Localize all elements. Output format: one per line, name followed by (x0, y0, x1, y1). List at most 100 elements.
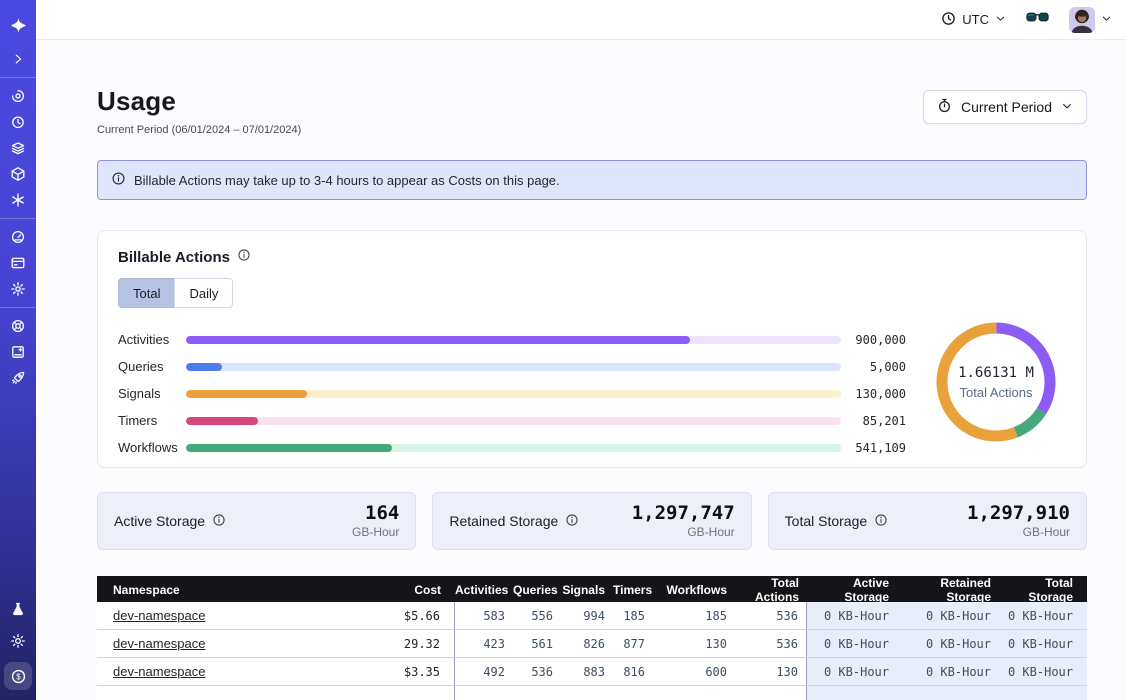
bar-row-workflows: Workflows 541,109 (118, 434, 908, 461)
timezone-label: UTC (962, 12, 989, 27)
active-storage-card: Active Storage 164 GB-Hour (97, 492, 416, 550)
cell-signals: 994 (561, 609, 613, 623)
retained-storage-card: Retained Storage 1,297,747 GB-Hour (432, 492, 751, 550)
header-namespace: Namespace (97, 583, 345, 597)
bar-row-queries: Queries 5,000 (118, 353, 908, 380)
cell-cost: 29.32 (345, 630, 455, 657)
info-icon[interactable] (874, 513, 888, 530)
total-actions-donut: 1.66131 M Total Actions (932, 318, 1060, 446)
cell-timers: 877 (613, 637, 653, 651)
header-total-actions: Total Actions (735, 576, 807, 604)
cell-workflows: 130 (653, 637, 735, 651)
cell-signals: 883 (561, 665, 613, 679)
bar-fill (186, 363, 222, 371)
namespace-link[interactable]: dev-namespace (113, 608, 206, 623)
table-row: dev-namespace $5.66 583 556 994 185 185 … (97, 602, 1087, 630)
tab-daily[interactable]: Daily (174, 278, 233, 308)
namespace-link[interactable]: dev-namespace (113, 664, 206, 679)
cell-retained-storage: 0 KB-Hour (903, 602, 1005, 629)
rocket-icon[interactable] (3, 365, 33, 391)
storage-card-unit: GB-Hour (352, 525, 399, 539)
book-plus-icon[interactable] (3, 339, 33, 365)
stopwatch-icon (937, 98, 952, 116)
sidebar: $ (0, 0, 36, 700)
browser-card-icon[interactable] (3, 250, 33, 276)
cell-timers: 816 (613, 665, 653, 679)
donut-total-value: 1.66131 M (958, 365, 1034, 381)
timezone-dropdown[interactable]: UTC (941, 11, 1006, 29)
chevron-down-icon (1101, 11, 1112, 29)
cell-total-storage: 0 KB-Hour (1005, 658, 1087, 685)
page-title: Usage (97, 86, 301, 117)
gear-icon[interactable] (3, 276, 33, 302)
info-icon (111, 171, 126, 189)
avatar (1069, 7, 1095, 33)
cell-cost: $3.35 (345, 658, 455, 685)
namespace-usage-table: Namespace Cost Activities Queries Signal… (97, 576, 1087, 700)
clock-icon (941, 11, 956, 29)
header-retained-storage: Retained Storage (903, 576, 1005, 604)
table-header: Namespace Cost Activities Queries Signal… (97, 576, 1087, 602)
expand-chevron-right-icon[interactable] (3, 46, 33, 72)
cell-timers: 185 (613, 609, 653, 623)
period-button-label: Current Period (961, 99, 1052, 115)
table-row: dev-namespace $3.35 492 536 883 816 600 … (97, 658, 1087, 686)
tab-total[interactable]: Total (118, 278, 175, 308)
clock-icon[interactable] (3, 109, 33, 135)
gauge-icon[interactable] (3, 224, 33, 250)
cell-queries: 561 (513, 637, 561, 651)
header-timers: Timers (613, 583, 653, 597)
cell-active-storage: 0 KB-Hour (807, 658, 903, 685)
info-banner: Billable Actions may take up to 3-4 hour… (97, 160, 1087, 200)
sidebar-divider (0, 77, 36, 78)
storage-card-unit: GB-Hour (632, 525, 735, 539)
asterisk-icon[interactable] (3, 187, 33, 213)
chevron-down-icon (1061, 99, 1073, 115)
banner-text: Billable Actions may take up to 3-4 hour… (134, 173, 560, 188)
header-workflows: Workflows (653, 583, 735, 597)
bar-fill (186, 336, 690, 344)
user-menu[interactable] (1069, 7, 1112, 33)
cell-retained-storage: 0 KB-Hour (903, 630, 1005, 657)
header-queries: Queries (513, 583, 561, 597)
cube-icon[interactable] (3, 161, 33, 187)
period-dropdown-button[interactable]: Current Period (923, 90, 1087, 124)
table-row: dev-namespace 29.32 423 561 826 877 130 … (97, 630, 1087, 658)
spiral-icon[interactable] (3, 83, 33, 109)
header-signals: Signals (561, 583, 613, 597)
sidebar-divider (0, 218, 36, 219)
bar-fill (186, 444, 392, 452)
table-row-partial (97, 686, 1087, 700)
header-active-storage: Active Storage (807, 576, 903, 604)
storage-card-value: 164 (352, 503, 399, 524)
info-icon[interactable] (237, 248, 251, 267)
bar-row-activities: Activities 900,000 (118, 326, 908, 353)
page-subtitle: Current Period (06/01/2024 – 07/01/2024) (97, 124, 301, 136)
topbar: UTC (36, 0, 1126, 40)
storage-summary: Active Storage 164 GB-Hour Retained Stor… (97, 492, 1087, 550)
storage-card-label: Total Storage (785, 513, 868, 529)
storage-card-label: Retained Storage (449, 513, 558, 529)
lab-flask-icon[interactable] (3, 596, 33, 622)
namespace-link[interactable]: dev-namespace (113, 636, 206, 651)
cell-total-storage: 0 KB-Hour (1005, 630, 1087, 657)
cell-signals: 826 (561, 637, 613, 651)
header-activities: Activities (455, 583, 513, 597)
cell-retained-storage: 0 KB-Hour (903, 658, 1005, 685)
disguise-glasses-button[interactable] (1026, 10, 1049, 30)
cell-cost: $5.66 (345, 602, 455, 629)
cell-total-actions: 536 (735, 630, 807, 657)
temporal-logo-icon[interactable] (3, 12, 33, 38)
layers-icon[interactable] (3, 135, 33, 161)
lifebuoy-icon[interactable] (3, 313, 33, 339)
cell-total-storage: 0 KB-Hour (1005, 602, 1087, 629)
sidebar-divider (0, 307, 36, 308)
sun-icon[interactable] (3, 628, 33, 654)
cell-total-actions: 130 (735, 658, 807, 685)
storage-card-label: Active Storage (114, 513, 205, 529)
info-icon[interactable] (212, 513, 226, 530)
cell-workflows: 600 (653, 665, 735, 679)
info-icon[interactable] (565, 513, 579, 530)
header-total-storage: Total Storage (1005, 576, 1087, 604)
usage-dollar-icon[interactable]: $ (4, 662, 32, 690)
